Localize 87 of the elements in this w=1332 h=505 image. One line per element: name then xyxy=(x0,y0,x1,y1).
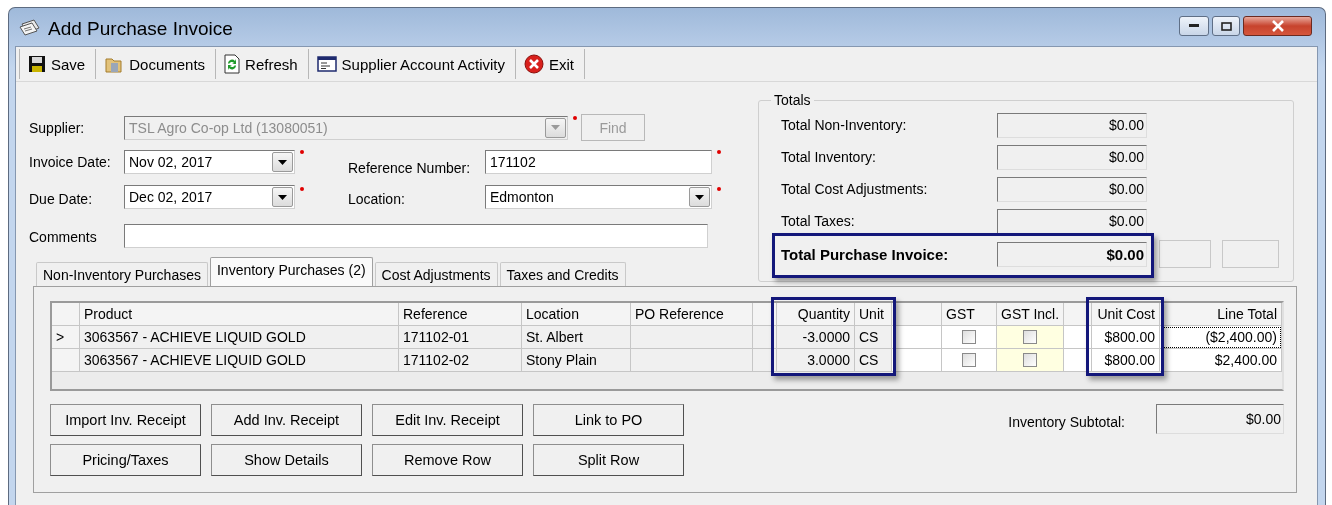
column-header[interactable]: GST Incl. xyxy=(997,303,1064,326)
tab[interactable]: Taxes and Credits xyxy=(499,262,626,286)
field-label: Invoice Date: xyxy=(29,154,112,170)
readonly-field xyxy=(1159,240,1211,268)
readonly-field: $0.00 xyxy=(1156,404,1284,434)
checkbox[interactable] xyxy=(962,330,976,344)
column-header[interactable]: GST xyxy=(942,303,997,326)
table-cell: $800.00 xyxy=(1092,349,1160,372)
toolbar-button[interactable]: Documents xyxy=(96,49,217,79)
table-cell: 171102-02 xyxy=(399,349,522,372)
table-cell: St. Albert xyxy=(522,326,631,349)
action-button[interactable]: Edit Inv. Receipt xyxy=(372,404,523,436)
table-cell: CS xyxy=(855,326,892,349)
toolbar-button[interactable]: Exit xyxy=(516,49,586,79)
total-label: Total Taxes: xyxy=(781,213,856,229)
close-button[interactable] xyxy=(1243,16,1312,36)
caret-icon xyxy=(695,194,704,200)
refresh-icon xyxy=(224,54,241,74)
readonly-field xyxy=(1222,240,1279,268)
comments-field[interactable] xyxy=(124,224,708,248)
action-button[interactable]: Import Inv. Receipt xyxy=(50,404,201,436)
caret-icon xyxy=(278,159,287,165)
table-cell: -3.0000 xyxy=(777,326,855,349)
table-cell: 3063567 - ACHIEVE LIQUID GOLD xyxy=(80,349,399,372)
location-combo[interactable]: Edmonton xyxy=(485,185,712,209)
action-button[interactable]: Show Details xyxy=(211,444,362,476)
readonly-field: $0.00 xyxy=(997,241,1147,267)
minimize-button[interactable] xyxy=(1179,16,1209,36)
table-cell: CS xyxy=(855,349,892,372)
table-cell: $800.00 xyxy=(1092,326,1160,349)
total-label: Total Cost Adjustments: xyxy=(781,181,929,197)
window-icon xyxy=(316,56,337,72)
table-cell: 3.0000 xyxy=(777,349,855,372)
action-button[interactable]: Link to PO xyxy=(533,404,684,436)
column-header[interactable]: Location xyxy=(522,303,631,326)
tab[interactable]: Non-Inventory Purchases xyxy=(36,262,208,286)
field-label: Due Date: xyxy=(29,191,94,207)
action-button[interactable]: Split Row xyxy=(533,444,684,476)
dropdown-button[interactable] xyxy=(272,152,293,172)
readonly-field: $0.00 xyxy=(997,144,1147,170)
field-label: Reference Number: xyxy=(348,160,472,176)
dropdown-button[interactable] xyxy=(689,187,710,207)
toolbar-button[interactable]: Refresh xyxy=(216,49,309,79)
action-button[interactable]: Add Inv. Receipt xyxy=(211,404,362,436)
tab[interactable]: Cost Adjustments xyxy=(374,262,498,286)
readonly-field: $0.00 xyxy=(997,208,1147,234)
row-header[interactable]: > xyxy=(52,326,80,349)
action-button[interactable]: Remove Row xyxy=(372,444,523,476)
text-field[interactable]: 171102 xyxy=(485,150,712,174)
toolbar-button[interactable]: Supplier Account Activity xyxy=(308,49,517,79)
field-label: Location: xyxy=(348,191,406,207)
close-icon xyxy=(1270,20,1285,32)
window-title: Add Purchase Invoice xyxy=(48,18,233,40)
column-header[interactable]: Quantity xyxy=(777,303,855,326)
action-button[interactable]: Pricing/Taxes xyxy=(50,444,201,476)
table-cell: Stony Plain xyxy=(522,349,631,372)
column-header[interactable]: Reference xyxy=(399,303,522,326)
group-title: Totals xyxy=(773,92,812,108)
close-icon xyxy=(524,54,545,74)
table-cell: 3063567 - ACHIEVE LIQUID GOLD xyxy=(80,326,399,349)
dropdown-button[interactable] xyxy=(272,187,293,207)
date-field[interactable]: Nov 02, 2017 xyxy=(124,150,295,174)
field-label: Supplier: xyxy=(29,119,86,136)
document-stack-icon xyxy=(19,18,41,36)
table-cell: 171102-01 xyxy=(399,326,522,349)
checkbox[interactable] xyxy=(1023,330,1037,344)
field-label: Comments xyxy=(29,229,98,245)
field-label: Inventory Subtotal: xyxy=(1008,414,1125,430)
column-header[interactable]: Unit Cost xyxy=(1092,303,1160,326)
maximize-icon xyxy=(1220,21,1232,31)
checkbox[interactable] xyxy=(1023,353,1037,367)
minimize-icon xyxy=(1189,24,1199,28)
readonly-field: $0.00 xyxy=(997,176,1147,202)
readonly-field: $0.00 xyxy=(997,112,1147,138)
caret-icon xyxy=(551,125,560,130)
caret-icon xyxy=(278,194,287,200)
column-header[interactable]: Product xyxy=(80,303,399,326)
total-label: Total Purchase Invoice: xyxy=(781,245,950,263)
tab[interactable]: Inventory Purchases (2) xyxy=(209,257,373,286)
maximize-button[interactable] xyxy=(1212,16,1240,36)
column-header[interactable]: Unit xyxy=(855,303,892,326)
total-label: Total Non-Inventory: xyxy=(781,117,908,133)
date-field[interactable]: Dec 02, 2017 xyxy=(124,185,295,209)
checkbox[interactable] xyxy=(962,353,976,367)
column-header[interactable]: PO Reference xyxy=(631,303,753,326)
toolbar-button[interactable]: Save xyxy=(19,49,97,79)
total-label: Total Inventory: xyxy=(781,149,877,165)
